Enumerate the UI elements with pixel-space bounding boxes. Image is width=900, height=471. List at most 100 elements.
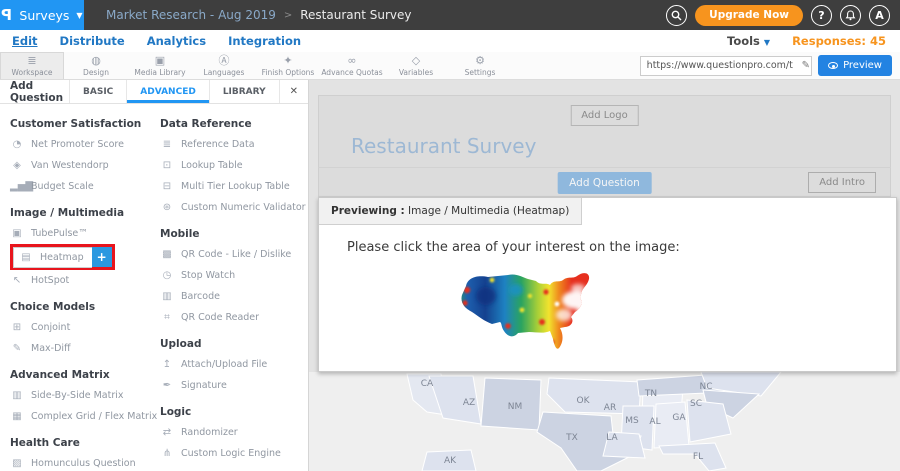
question-type-hotspot[interactable]: ↖ HotSpot xyxy=(10,270,150,291)
preview-card: Previewing : Image / Multimedia (Heatmap… xyxy=(318,197,897,372)
upgrade-now-button[interactable]: Upgrade Now xyxy=(695,5,803,26)
advance-quotas-icon: ∞ xyxy=(347,55,356,66)
nav-integration[interactable]: Integration xyxy=(228,34,301,48)
question-type-net-promoter-score[interactable]: ◔ Net Promoter Score xyxy=(10,134,150,155)
homunculus-question-icon: ▨ xyxy=(10,458,24,469)
toolbar-item-finish-options[interactable]: ✦ Finish Options xyxy=(256,52,320,79)
question-type-reference-data[interactable]: ≣ Reference Data xyxy=(160,134,308,155)
question-type-barcode[interactable]: ▥ Barcode xyxy=(160,286,308,307)
survey-canvas: Add Logo Restaurant Survey Add Question … xyxy=(309,80,900,471)
state-label-AR: AR xyxy=(604,403,616,413)
toolbar-item-workspace[interactable]: ≣ Workspace xyxy=(0,52,64,79)
question-type-side-by-side-matrix[interactable]: ▥ Side-By-Side Matrix xyxy=(10,385,150,406)
tab-advanced[interactable]: ADVANCED xyxy=(126,80,209,103)
panel-title: Add Question xyxy=(0,80,69,103)
search-icon xyxy=(671,10,682,21)
question-type-stop-watch[interactable]: ◷ Stop Watch xyxy=(160,265,308,286)
heatmap-image[interactable] xyxy=(456,270,619,352)
section-heading: Mobile xyxy=(160,228,308,240)
survey-title[interactable]: Restaurant Survey xyxy=(351,134,536,158)
variables-icon: ◇ xyxy=(412,55,420,66)
state-label-SC: SC xyxy=(690,399,702,409)
custom-numeric-validator-icon: ⊛ xyxy=(160,202,174,213)
question-type-qr-code-reader[interactable]: ⌗ QR Code Reader xyxy=(160,307,308,328)
design-icon: ◍ xyxy=(91,55,101,66)
breadcrumb-folder[interactable]: Market Research - Aug 2019 xyxy=(106,8,276,22)
budget-scale-icon: ▂▅▇ xyxy=(10,181,24,192)
section-heading: Logic xyxy=(160,406,308,418)
state-label-TX: TX xyxy=(565,433,578,443)
state-label-MS: MS xyxy=(625,416,639,426)
state-label-AZ: AZ xyxy=(463,398,475,408)
state-label-NM: NM xyxy=(508,402,523,412)
question-type-van-westendorp[interactable]: ◈ Van Westendorp xyxy=(10,155,150,176)
chevron-down-icon: ▼ xyxy=(76,11,82,20)
toolbar-item-media-library[interactable]: ▣ Media Library xyxy=(128,52,192,79)
multi-tier-lookup-table-icon: ⊟ xyxy=(160,181,174,192)
state-label-AK: AK xyxy=(444,456,457,466)
responses-count[interactable]: Responses: 45 xyxy=(792,34,886,48)
breadcrumb-survey[interactable]: Restaurant Survey xyxy=(300,8,411,22)
van-westendorp-icon: ◈ xyxy=(10,160,24,171)
question-type-conjoint[interactable]: ⊞ Conjoint xyxy=(10,317,150,338)
workspace-icon: ≣ xyxy=(27,55,36,66)
media-library-icon: ▣ xyxy=(155,55,165,66)
lookup-table-icon: ⊡ xyxy=(160,160,174,171)
toolbar-item-variables[interactable]: ◇ Variables xyxy=(384,52,448,79)
question-type-custom-numeric-validator[interactable]: ⊛ Custom Numeric Validator xyxy=(160,197,308,218)
heatmap-icon: ▤ xyxy=(19,252,33,263)
question-type-heatmap[interactable]: ▤ Heatmap xyxy=(13,247,92,268)
question-type-randomizer[interactable]: ⇄ Randomizer xyxy=(160,422,308,443)
survey-url-input[interactable] xyxy=(640,56,812,76)
bell-icon xyxy=(845,10,856,21)
toolbar-item-advance-quotas[interactable]: ∞ Advance Quotas xyxy=(320,52,384,79)
toolbar-item-design[interactable]: ◍ Design xyxy=(64,52,128,79)
reference-data-icon: ≣ xyxy=(160,139,174,150)
conjoint-icon: ⊞ xyxy=(10,322,24,333)
nav-distribute[interactable]: Distribute xyxy=(60,34,125,48)
state-label-LA: LA xyxy=(606,433,618,443)
survey-actions-row: Add Question Add Intro xyxy=(318,167,891,197)
toolbar-item-settings[interactable]: ⚙ Settings xyxy=(448,52,512,79)
question-type-custom-logic-engine[interactable]: ⋔ Custom Logic Engine xyxy=(160,443,308,464)
section-heading: Advanced Matrix xyxy=(10,369,150,381)
account-avatar[interactable]: A xyxy=(869,5,890,26)
question-type-budget-scale[interactable]: ▂▅▇ Budget Scale xyxy=(10,176,150,197)
add-heatmap-button[interactable]: + xyxy=(92,247,112,267)
toolbar-item-languages[interactable]: Ⓐ Languages xyxy=(192,52,256,79)
close-panel-button[interactable]: ✕ xyxy=(279,80,308,103)
chevron-down-icon: ▼ xyxy=(764,38,770,47)
nav-edit[interactable]: Edit xyxy=(12,34,38,48)
us-map-image: CAAZNMOKARTNNCSCMSALGATXLAAKFL xyxy=(309,372,900,471)
question-type-complex-grid-flex-matrix[interactable]: ▦ Complex Grid / Flex Matrix xyxy=(10,406,150,427)
search-button[interactable] xyxy=(666,5,687,26)
question-type-attach-upload-file[interactable]: ↥ Attach/Upload File xyxy=(160,354,308,375)
section-heading: Health Care xyxy=(10,437,150,449)
languages-icon: Ⓐ xyxy=(219,55,230,66)
question-type-qr-code-like-dislike[interactable]: ▩ QR Code - Like / Dislike xyxy=(160,244,308,265)
question-type-max-diff[interactable]: ✎ Max-Diff xyxy=(10,338,150,359)
question-type-multi-tier-lookup-table[interactable]: ⊟ Multi Tier Lookup Table xyxy=(160,176,308,197)
question-type-lookup-table[interactable]: ⊡ Lookup Table xyxy=(160,155,308,176)
tab-basic[interactable]: BASIC xyxy=(69,80,126,103)
signature-icon: ✒ xyxy=(160,380,174,391)
finish-options-icon: ✦ xyxy=(283,55,292,66)
settings-icon: ⚙ xyxy=(475,55,485,66)
section-heading: Choice Models xyxy=(10,301,150,313)
question-type-signature[interactable]: ✒ Signature xyxy=(160,375,308,396)
surveys-menu[interactable]: P Surveys ▼ xyxy=(0,0,84,30)
nav-analytics[interactable]: Analytics xyxy=(147,34,206,48)
add-question-button[interactable]: Add Question xyxy=(557,172,652,194)
notifications-button[interactable] xyxy=(840,5,861,26)
tab-library[interactable]: LIBRARY xyxy=(209,80,279,103)
side-by-side-matrix-icon: ▥ xyxy=(10,390,24,401)
add-logo-button[interactable]: Add Logo xyxy=(570,105,639,126)
question-type-homunculus-question[interactable]: ▨ Homunculus Question xyxy=(10,453,150,471)
preview-button[interactable]: Preview xyxy=(818,55,892,76)
edit-url-icon[interactable]: ✎ xyxy=(802,60,810,71)
help-button[interactable]: ? xyxy=(811,5,832,26)
tools-menu[interactable]: Tools ▼ xyxy=(727,34,770,48)
add-intro-button[interactable]: Add Intro xyxy=(808,172,876,193)
question-type-tubepulse[interactable]: ▣ TubePulse™ xyxy=(10,223,150,244)
heatmap-highlight-box: ▤ Heatmap + xyxy=(10,244,115,270)
